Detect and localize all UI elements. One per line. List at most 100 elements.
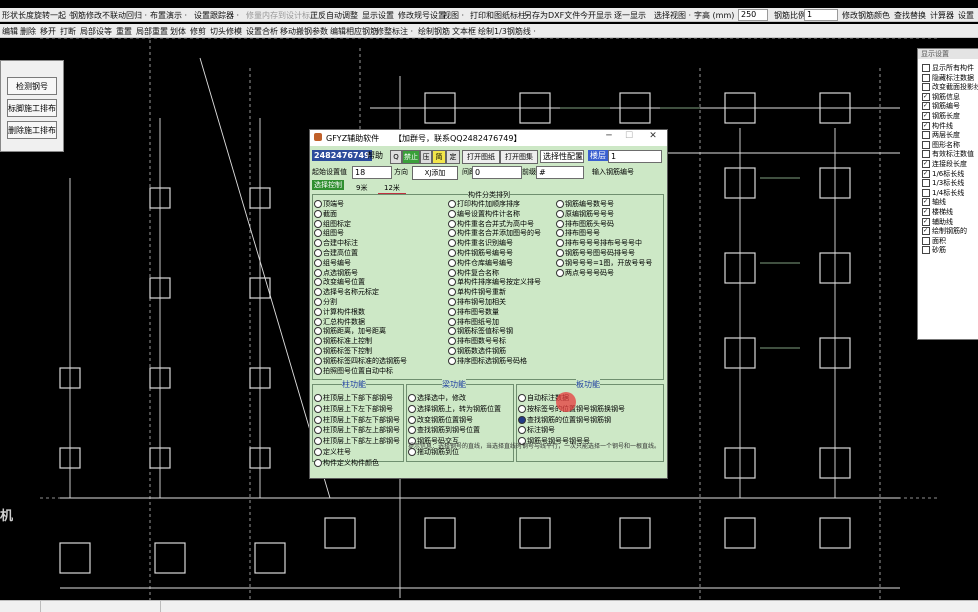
radio-button-icon[interactable] <box>314 219 322 228</box>
checkbox-icon[interactable] <box>922 83 930 92</box>
radio-button-icon[interactable] <box>448 288 456 297</box>
radio-option[interactable]: 钢筋标签四标准的选钢筋号 <box>314 356 407 366</box>
radio-button-icon[interactable] <box>556 229 564 238</box>
radio-option[interactable]: 排布图纸号加 <box>448 317 499 327</box>
toolbar1-item-19[interactable]: 设置 <box>958 10 974 21</box>
radio-option[interactable]: 排布图号号 <box>556 229 600 238</box>
close-icon[interactable]: ✕ <box>644 131 662 144</box>
radio-option[interactable]: 编号设置构件计名称 <box>448 209 520 219</box>
radio-option[interactable]: 分割 <box>314 298 337 307</box>
radio-option[interactable]: 构件定义构件颜色 <box>314 458 379 468</box>
ding-button[interactable]: 定 <box>446 150 460 164</box>
radio-button-icon[interactable] <box>556 239 564 248</box>
minimize-icon[interactable]: ─ <box>600 131 618 144</box>
mark-construction-layout-button[interactable]: 标脚施工排布 <box>7 99 57 117</box>
radio-option[interactable]: 组图标定 <box>314 219 351 229</box>
radio-button-icon[interactable] <box>314 249 322 257</box>
radio-option[interactable]: 排布图号数量 <box>448 307 499 317</box>
radio-option[interactable]: 组图号 <box>314 229 344 238</box>
radio-button-icon[interactable] <box>448 249 456 257</box>
font-height-field[interactable]: 250 <box>738 9 768 21</box>
display-option-row[interactable]: 砂筋 <box>922 245 946 255</box>
chevron-down-icon[interactable]: ⌄ <box>576 151 583 160</box>
checkbox-icon[interactable]: ✓ <box>922 102 930 111</box>
qq-small-icon[interactable]: Q <box>390 150 402 164</box>
radio-button-icon[interactable] <box>448 268 456 277</box>
toolbar1-item-0[interactable]: 形状长度旋转一起 · <box>2 10 71 21</box>
radio-option[interactable]: 选择钢筋上，转为钢筋位置 <box>408 404 501 414</box>
radio-button-icon[interactable] <box>314 394 322 402</box>
radio-button-icon[interactable] <box>518 426 526 435</box>
radio-button-icon[interactable] <box>314 317 322 326</box>
radio-button-icon[interactable] <box>518 415 526 424</box>
tab-9m[interactable]: 9米 <box>356 183 367 193</box>
toolbar1-item-10[interactable]: 另存为DXF文件 <box>524 10 580 21</box>
radio-option[interactable]: 柱顶层上下部左上部钢号 <box>314 426 400 435</box>
checkbox-icon[interactable] <box>922 246 930 255</box>
radio-option[interactable]: 合建高位置 <box>314 249 358 258</box>
radio-button-icon[interactable] <box>314 258 322 267</box>
display-option-row[interactable]: ✓ 辅助线 <box>922 217 953 226</box>
toolbar1-item-9[interactable]: 打印和图纸标柱 <box>470 10 526 21</box>
checkbox-icon[interactable]: ✓ <box>922 208 930 216</box>
radio-button-icon[interactable] <box>314 404 322 413</box>
radio-button-icon[interactable] <box>314 337 322 346</box>
radio-button-icon[interactable] <box>448 219 456 228</box>
radio-option[interactable]: 构件重名合并式为高中号 <box>448 219 534 229</box>
radio-option[interactable]: 选择选中，修改 <box>408 394 466 403</box>
display-option-row[interactable]: 图形名称 <box>922 140 960 149</box>
display-option-row[interactable]: ✓ 钢筋信息 <box>922 92 960 101</box>
display-option-row[interactable]: 1/3标长线 <box>922 178 964 188</box>
radio-button-icon[interactable] <box>518 404 526 413</box>
radio-option[interactable]: 柱顶层上下部左上部钢号 <box>314 437 400 446</box>
radio-button-icon[interactable] <box>314 298 322 306</box>
radio-button-icon[interactable] <box>314 327 322 336</box>
radio-option[interactable]: 构件仓库编号编号 <box>448 258 513 268</box>
display-option-row[interactable]: 显示所有构件 <box>922 63 974 72</box>
radio-button-icon[interactable] <box>556 249 564 257</box>
radio-button-icon[interactable] <box>448 278 456 287</box>
ban-button[interactable]: 禁止 <box>402 150 420 164</box>
radio-option[interactable]: 排布号号号排布号号号中 <box>556 239 642 248</box>
radio-option[interactable]: 定义柱号 <box>314 448 351 457</box>
radio-button-icon[interactable] <box>314 229 322 238</box>
checkbox-icon[interactable] <box>922 179 930 188</box>
radio-option[interactable]: 组号编号 <box>314 258 351 268</box>
checkbox-icon[interactable] <box>922 150 930 159</box>
radio-button-icon[interactable] <box>408 415 416 424</box>
maximize-icon[interactable]: ☐ <box>620 131 638 144</box>
radio-option[interactable]: 钢筋距离，加号距离 <box>314 327 386 336</box>
display-option-row[interactable]: 有效标注数值 <box>922 149 974 159</box>
radio-option[interactable]: 构件钢筋号编号号 <box>448 249 513 258</box>
radio-button-icon[interactable] <box>448 298 456 306</box>
checkbox-icon[interactable]: ✓ <box>922 198 930 207</box>
checkbox-icon[interactable]: ✓ <box>922 227 930 236</box>
radio-option[interactable]: 排布图筋头号码 <box>556 219 614 229</box>
radio-option[interactable]: 汇总构件数据 <box>314 317 365 327</box>
display-option-row[interactable]: ✓ 轴线 <box>922 197 946 207</box>
radio-button-icon[interactable] <box>448 347 456 355</box>
radio-button-icon[interactable] <box>556 258 564 267</box>
toolbar1-item-5[interactable]: 正反自动调整 <box>310 10 358 21</box>
radio-option[interactable]: 计算构件根数 <box>314 307 365 317</box>
start-value-field[interactable]: 18 <box>352 166 392 179</box>
radio-button-icon[interactable] <box>448 258 456 267</box>
toolbar1-item-6[interactable]: 显示设置 <box>362 10 394 21</box>
toolbar1-item-3[interactable]: 设置跟踪器 · <box>194 10 239 21</box>
checkbox-icon[interactable] <box>922 131 930 140</box>
radio-option[interactable]: 柱顶层上下左下部钢号 <box>314 404 393 414</box>
checkbox-icon[interactable]: ✓ <box>922 160 930 168</box>
check-rebar-number-button[interactable]: 检测钢号 <box>7 77 57 95</box>
radio-button-icon[interactable] <box>314 458 322 467</box>
radio-option[interactable]: 单构件排序编号按定义排号 <box>448 278 541 287</box>
toolbar1-item-13[interactable]: 选择视图 · <box>654 10 691 21</box>
radio-option[interactable]: 标注钢号 <box>518 426 555 435</box>
radio-button-icon[interactable] <box>314 426 322 435</box>
radio-option[interactable]: 钢筋标准上控制 <box>314 337 372 346</box>
radio-button-icon[interactable] <box>314 307 322 316</box>
display-option-row[interactable]: ✓ 1/6标长线 <box>922 169 964 178</box>
radio-option[interactable]: 构件复合名称 <box>448 268 499 278</box>
display-option-row[interactable]: ✓ 连接段长度 <box>922 159 967 168</box>
checkbox-icon[interactable] <box>922 64 930 72</box>
radio-button-icon[interactable] <box>556 209 564 218</box>
